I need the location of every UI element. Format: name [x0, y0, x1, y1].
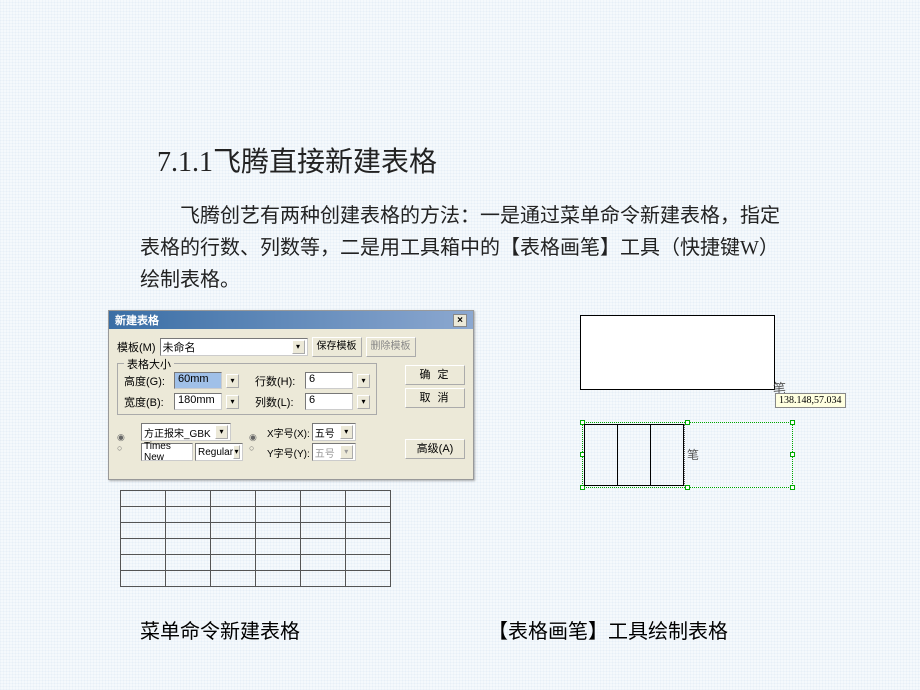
cols-input[interactable]: 6	[305, 393, 353, 410]
close-icon[interactable]: ×	[453, 314, 467, 327]
chevron-down-icon[interactable]: ▾	[340, 445, 353, 459]
rows-spinner-icon[interactable]: ▾	[357, 374, 370, 388]
chevron-down-icon[interactable]: ▾	[233, 445, 240, 459]
new-table-dialog: 新建表格 × 模板(M) 未命名 ▾ 保存模板 删除模板 确 定 取 消 高级(…	[108, 310, 474, 480]
ok-button[interactable]: 确 定	[405, 365, 465, 385]
y-size-label: Y字号(Y):	[267, 445, 310, 460]
draw-area-2: 笔	[580, 420, 795, 490]
selection-handle[interactable]	[685, 420, 690, 425]
font-style-select[interactable]: Regular ▾	[195, 443, 243, 461]
width-spinner-icon[interactable]: ▾	[226, 395, 239, 409]
cancel-button[interactable]: 取 消	[405, 388, 465, 408]
template-select[interactable]: 未命名 ▾	[160, 338, 308, 356]
chevron-down-icon[interactable]: ▾	[215, 425, 228, 439]
width-label: 宽度(B):	[124, 394, 170, 410]
dialog-titlebar: 新建表格 ×	[109, 311, 473, 329]
coord-tooltip: 138.148,57.034	[775, 393, 846, 408]
body-paragraph: 飞腾创艺有两种创建表格的方法：一是通过菜单命令新建表格，指定表格的行数、列数等，…	[140, 200, 780, 296]
result-table	[120, 490, 391, 587]
height-spinner-icon[interactable]: ▾	[226, 374, 239, 388]
advanced-button[interactable]: 高级(A)	[405, 439, 465, 459]
delete-template-button[interactable]: 删除模板	[366, 337, 416, 357]
rows-label: 行数(H):	[255, 373, 301, 389]
caption-left: 菜单命令新建表格	[140, 615, 300, 644]
template-value: 未命名	[163, 339, 196, 355]
selection-handle[interactable]	[790, 452, 795, 457]
selection-handle[interactable]	[685, 485, 690, 490]
x-size-label: X字号(X):	[267, 425, 310, 440]
guide-line	[684, 424, 685, 486]
caption-right: 【表格画笔】工具绘制表格	[488, 615, 728, 644]
selection-handle[interactable]	[790, 485, 795, 490]
section-heading: 7.1.1飞腾直接新建表格	[157, 140, 437, 180]
height-label: 高度(G):	[124, 373, 170, 389]
chevron-down-icon[interactable]: ▾	[340, 425, 353, 439]
cols-label: 列数(L):	[255, 394, 301, 410]
font-en-select[interactable]: Times New	[141, 443, 193, 461]
partial-table	[584, 424, 684, 486]
save-template-button[interactable]: 保存模板	[312, 337, 362, 357]
draw-area-1	[580, 315, 775, 390]
height-input[interactable]: 60mm	[174, 372, 222, 389]
width-input[interactable]: 180mm	[174, 393, 222, 410]
size-group-label: 表格大小	[124, 356, 174, 372]
template-label: 模板(M)	[117, 339, 156, 355]
chevron-down-icon[interactable]: ▾	[292, 340, 305, 354]
selection-handle[interactable]	[790, 420, 795, 425]
rows-input[interactable]: 6	[305, 372, 353, 389]
x-size-select[interactable]: 五号 ▾	[312, 423, 356, 441]
y-size-select[interactable]: 五号 ▾	[312, 443, 356, 461]
cols-spinner-icon[interactable]: ▾	[357, 395, 370, 409]
pen-cursor-label-2: 笔	[687, 446, 699, 463]
dialog-title-text: 新建表格	[115, 312, 159, 328]
font-cn-select[interactable]: 方正报宋_GBK ▾	[141, 423, 231, 441]
